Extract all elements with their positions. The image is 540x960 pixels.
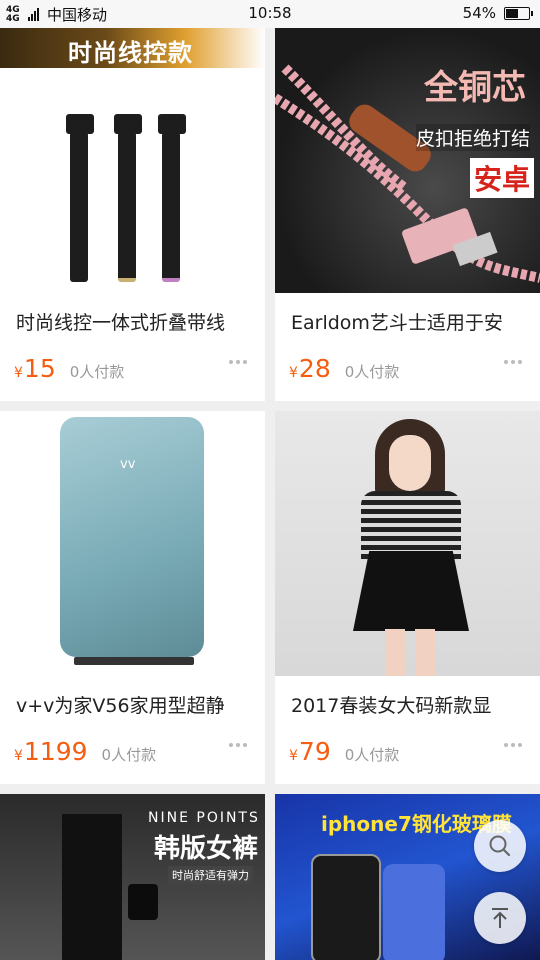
sales-count: 0人付款 (69, 363, 125, 381)
sales-count: 0人付款 (101, 746, 157, 764)
product-price: 28 (298, 354, 331, 383)
product-card-selfie-stick[interactable]: 时尚线控款 时尚线控一体式折叠带线 ¥ 15 0人付款 (0, 28, 265, 401)
product-card-air-purifier[interactable]: vv v+v为家V56家用型超静 ¥ 1199 0人付款 (0, 411, 265, 784)
banner-red-text: 安卓 (469, 158, 534, 198)
product-card-jeans[interactable]: NINE POINTS 韩版女裤 时尚舒适有弹力 (0, 794, 265, 960)
status-right: 54% (462, 4, 533, 22)
more-icon[interactable] (229, 360, 247, 364)
phone-illustration-back (383, 864, 445, 960)
back-to-top-icon (492, 908, 508, 928)
product-card-cable[interactable]: 全铜芯 皮扣拒绝打结 安卓 Earldom艺斗士适用于安 ¥ 28 0人付款 (275, 28, 540, 401)
product-image[interactable]: 全铜芯 皮扣拒绝打结 安卓 (275, 28, 540, 293)
black-skirt (353, 551, 469, 631)
product-card-dress[interactable]: 2017春装女大码新款显 ¥ 79 0人付款 (275, 411, 540, 784)
currency-symbol: ¥ (289, 365, 298, 381)
model-face (389, 435, 431, 491)
banner-text: 时尚线控款 (68, 39, 193, 67)
more-icon[interactable] (504, 360, 522, 364)
purifier-logo: vv (120, 457, 136, 472)
price-row: ¥ 79 0人付款 (289, 737, 399, 766)
banner-mid-text: 皮扣拒绝打结 (415, 124, 530, 151)
clock: 10:58 (248, 4, 292, 22)
search-button[interactable] (474, 820, 526, 872)
price-row: ¥ 28 0人付款 (289, 354, 399, 383)
jeans-illustration (62, 814, 122, 960)
product-image[interactable] (275, 411, 540, 676)
product-image[interactable]: NINE POINTS 韩版女裤 时尚舒适有弹力 (0, 794, 265, 960)
product-price: 79 (298, 737, 331, 766)
battery-percent: 54% (462, 4, 496, 22)
product-image[interactable]: 时尚线控款 (0, 28, 265, 293)
product-title[interactable]: 2017春装女大码新款显 (291, 691, 531, 718)
price-row: ¥ 15 0人付款 (14, 354, 124, 383)
banner-sub-text: 时尚舒适有弹力 (168, 866, 253, 884)
handbag-illustration (128, 884, 158, 920)
striped-top (361, 491, 461, 561)
product-title[interactable]: 时尚线控一体式折叠带线 (16, 308, 256, 335)
back-to-top-button[interactable] (474, 892, 526, 944)
sales-count: 0人付款 (344, 746, 400, 764)
status-bar: 4G 4G 中国移动 10:58 54% (0, 0, 540, 28)
product-title[interactable]: Earldom艺斗士适用于安 (291, 308, 531, 335)
purifier-illustration: vv (60, 417, 204, 657)
product-price: 1199 (23, 737, 88, 766)
more-icon[interactable] (229, 743, 247, 747)
purifier-base (74, 657, 194, 665)
more-icon[interactable] (504, 743, 522, 747)
product-price: 15 (23, 354, 56, 383)
sales-count: 0人付款 (344, 363, 400, 381)
banner-en-text: NINE POINTS (148, 810, 260, 826)
price-row: ¥ 1199 0人付款 (14, 737, 156, 766)
currency-symbol: ¥ (14, 365, 23, 381)
model-legs (385, 629, 435, 676)
currency-symbol: ¥ (14, 748, 23, 764)
product-image[interactable]: vv (0, 411, 265, 676)
product-banner: 时尚线控款 (0, 28, 265, 68)
battery-icon (504, 6, 533, 20)
search-icon (489, 835, 511, 857)
phone-illustration (311, 854, 381, 960)
product-title[interactable]: v+v为家V56家用型超静 (16, 691, 256, 718)
currency-symbol: ¥ (289, 748, 298, 764)
banner-big-text: 全铜芯 (424, 68, 526, 108)
banner-text: 韩版女裤 (154, 834, 259, 864)
